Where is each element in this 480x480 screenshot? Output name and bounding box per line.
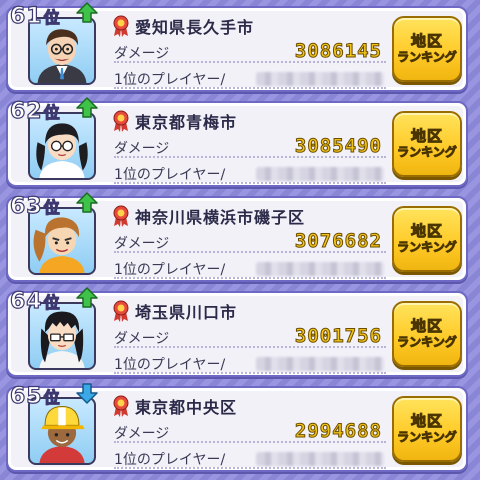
blurred-player-name bbox=[256, 357, 384, 371]
region-ranking-button[interactable]: 地区 ランキング bbox=[392, 301, 462, 367]
top-player-label: 1位のプレイヤー/ bbox=[114, 357, 226, 373]
region-ranking-button[interactable]: 地区 ランキング bbox=[392, 396, 462, 462]
location: 東京都中央区 bbox=[112, 394, 237, 418]
rank-label: 63 位 bbox=[9, 193, 60, 219]
medal-icon bbox=[113, 395, 129, 417]
rank-label: 62 位 bbox=[9, 98, 60, 124]
ranking-row: 62 位 東京都青梅市 ダメージ 3085490 1位のプレイヤー/ 地区 ランキ… bbox=[6, 97, 468, 187]
top-player-label: 1位のプレイヤー/ bbox=[114, 452, 226, 468]
damage-label: ダメージ bbox=[114, 46, 170, 62]
damage-value: 3001756 bbox=[294, 325, 382, 348]
rank-up-arrow-icon bbox=[76, 97, 98, 118]
damage-row: ダメージ 3086145 bbox=[114, 40, 386, 63]
location-name: 東京都青梅市 bbox=[135, 113, 238, 132]
damage-label: ダメージ bbox=[114, 236, 170, 252]
top-player-label: 1位のプレイヤー/ bbox=[114, 72, 226, 88]
ranking-row: 65 位 東京都中央区 ダメージ 2994688 1位のプレイヤー/ 地区 ランキ… bbox=[6, 383, 468, 472]
ranking-row: 63 位 神奈川県横浜市磯子区 ダメージ 3076682 1位のプレイヤー/ 地区… bbox=[6, 192, 468, 282]
location-name: 埼玉県川口市 bbox=[135, 303, 238, 322]
ranking-row: 61 位 愛知県長久手市 ダメージ 3086145 1位のプレイヤー/ 地区 ラン… bbox=[6, 2, 468, 92]
top-player-row: 1位のプレイヤー/ bbox=[114, 67, 386, 89]
damage-label: ダメージ bbox=[114, 141, 170, 157]
damage-row: ダメージ 3085490 bbox=[114, 135, 386, 158]
top-player-label: 1位のプレイヤー/ bbox=[114, 262, 226, 278]
damage-label: ダメージ bbox=[114, 331, 170, 347]
damage-row: ダメージ 2994688 bbox=[114, 420, 386, 443]
blurred-player-name bbox=[256, 167, 384, 181]
top-player-row: 1位のプレイヤー/ bbox=[114, 257, 386, 279]
damage-value: 3086145 bbox=[294, 40, 382, 63]
location: 埼玉県川口市 bbox=[112, 299, 237, 323]
damage-value: 2994688 bbox=[294, 420, 382, 443]
rank-down-arrow-icon bbox=[76, 383, 98, 404]
medal-icon bbox=[113, 15, 129, 37]
top-player-row: 1位のプレイヤー/ bbox=[114, 352, 386, 374]
location-name: 愛知県長久手市 bbox=[135, 18, 255, 37]
blurred-player-name bbox=[256, 262, 384, 276]
rank-label: 64 位 bbox=[9, 288, 60, 314]
location: 東京都青梅市 bbox=[112, 109, 237, 133]
damage-label: ダメージ bbox=[114, 426, 170, 442]
medal-icon bbox=[113, 300, 129, 322]
location-name: 神奈川県横浜市磯子区 bbox=[135, 208, 306, 227]
medal-icon bbox=[113, 205, 129, 227]
location: 愛知県長久手市 bbox=[112, 14, 254, 38]
damage-row: ダメージ 3001756 bbox=[114, 325, 386, 348]
damage-row: ダメージ 3076682 bbox=[114, 230, 386, 253]
damage-value: 3076682 bbox=[294, 230, 382, 253]
rank-up-arrow-icon bbox=[76, 2, 98, 23]
top-player-row: 1位のプレイヤー/ bbox=[114, 447, 386, 469]
ranking-row: 64 位 埼玉県川口市 ダメージ 3001756 1位のプレイヤー/ 地区 ランキ… bbox=[6, 287, 468, 377]
blurred-player-name bbox=[256, 72, 384, 86]
region-ranking-button[interactable]: 地区 ランキング bbox=[392, 111, 462, 177]
location-name: 東京都中央区 bbox=[135, 398, 238, 417]
region-ranking-button[interactable]: 地区 ランキング bbox=[392, 206, 462, 272]
top-player-label: 1位のプレイヤー/ bbox=[114, 167, 226, 183]
blurred-player-name bbox=[256, 452, 384, 466]
rank-label: 65 位 bbox=[9, 383, 60, 409]
top-player-row: 1位のプレイヤー/ bbox=[114, 162, 386, 184]
location: 神奈川県横浜市磯子区 bbox=[112, 204, 305, 228]
region-ranking-button[interactable]: 地区 ランキング bbox=[392, 16, 462, 82]
rank-up-arrow-icon bbox=[76, 287, 98, 308]
rank-up-arrow-icon bbox=[76, 192, 98, 213]
damage-value: 3085490 bbox=[294, 135, 382, 158]
rank-label: 61 位 bbox=[9, 3, 60, 29]
medal-icon bbox=[113, 110, 129, 132]
